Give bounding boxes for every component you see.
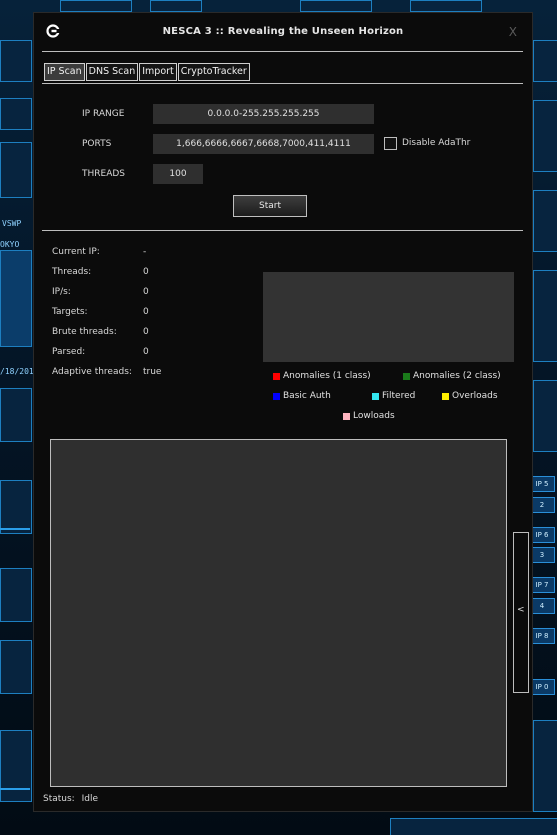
ports-input[interactable]: 1,666,6666,6667,6668,7000,411,4111 <box>153 134 374 154</box>
wallpaper-panel <box>300 0 372 12</box>
legend-swatch <box>343 412 350 420</box>
status-value: Idle <box>81 794 98 804</box>
title-bar[interactable]: NESCA 3 :: Revealing the Unseen Horizon … <box>34 13 532 49</box>
ip-range-input[interactable]: 0.0.0.0-255.255.255.255 <box>153 104 374 124</box>
wallpaper-label: /18/201 <box>0 367 34 376</box>
ip-range-label: IP RANGE <box>82 109 125 119</box>
legend-swatch <box>273 392 280 400</box>
legend-label: Filtered <box>382 391 416 401</box>
legend-swatch <box>442 392 449 400</box>
wallpaper-panel <box>0 388 32 442</box>
world-map-panel <box>0 250 32 347</box>
legend-label: Basic Auth <box>283 391 331 401</box>
legend-label: Lowloads <box>353 411 395 421</box>
nesca-window: NESCA 3 :: Revealing the Unseen Horizon … <box>33 12 533 812</box>
legend-anomalies-1: Anomalies (1 class) <box>273 371 371 381</box>
wallpaper-label: OKYO <box>0 240 20 249</box>
wallpaper-panel <box>410 0 482 12</box>
wallpaper-panel <box>0 568 32 622</box>
status-bar: Status: Idle <box>43 794 98 804</box>
legend-basic-auth: Basic Auth <box>273 391 331 401</box>
divider <box>42 230 523 231</box>
wallpaper-panel <box>0 640 32 694</box>
status-label: Status: <box>43 794 75 804</box>
stat-brute-threads-label: Brute threads: <box>52 327 117 337</box>
wallpaper-panel <box>0 730 32 802</box>
tab-import[interactable]: Import <box>139 63 177 81</box>
wallpaper-panel <box>533 190 557 252</box>
legend-lowloads: Lowloads <box>343 411 395 421</box>
wallpaper-panel <box>533 40 557 82</box>
legend-swatch <box>403 372 410 380</box>
stat-targets-value: 0 <box>143 307 149 317</box>
legend-label: Anomalies (2 class) <box>413 371 501 381</box>
legend-label: Anomalies (1 class) <box>283 371 371 381</box>
threads-label: THREADS <box>82 169 126 179</box>
wallpaper-panel <box>533 380 557 452</box>
wallpaper-panel <box>0 142 32 198</box>
stat-adaptive-threads-value: true <box>143 367 162 377</box>
tab-cryptotracker[interactable]: CryptoTracker <box>177 63 250 81</box>
threads-input[interactable]: 100 <box>153 164 203 184</box>
side-panel-toggle[interactable]: < <box>513 532 529 693</box>
legend-label: Overloads <box>452 391 498 401</box>
stat-adaptive-threads-label: Adaptive threads: <box>52 367 132 377</box>
wallpaper-panel <box>0 98 32 130</box>
wallpaper-panel <box>533 720 557 812</box>
wallpaper-panel <box>390 818 557 835</box>
legend-swatch <box>273 372 280 380</box>
divider <box>42 83 523 84</box>
stat-threads-value: 0 <box>143 267 149 277</box>
tab-bar: IP Scan DNS Scan Import CryptoTracker <box>44 63 250 81</box>
tab-dns-scan[interactable]: DNS Scan <box>85 63 139 81</box>
stat-current-ip-value: - <box>143 247 147 257</box>
start-button[interactable]: Start <box>233 195 307 217</box>
stat-targets-label: Targets: <box>52 307 88 317</box>
wallpaper-panel <box>0 40 32 82</box>
chevron-left-icon: < <box>517 605 525 615</box>
stat-current-ip-label: Current IP: <box>52 247 100 257</box>
wallpaper-wave <box>0 780 30 790</box>
disable-adathr-label: Disable AdaThr <box>402 138 471 148</box>
stat-ips-value: 0 <box>143 287 149 297</box>
stat-brute-threads-value: 0 <box>143 327 149 337</box>
legend-anomalies-2: Anomalies (2 class) <box>403 371 501 381</box>
scan-log-area[interactable] <box>50 439 507 787</box>
stat-threads-label: Threads: <box>52 267 92 277</box>
stat-ips-label: IP/s: <box>52 287 71 297</box>
ports-label: PORTS <box>82 139 112 149</box>
wallpaper-panel <box>150 0 202 12</box>
divider <box>42 51 523 52</box>
close-button[interactable]: X <box>509 25 517 39</box>
wallpaper-label: VSWP <box>2 219 22 228</box>
tab-ip-scan[interactable]: IP Scan <box>44 63 85 81</box>
disable-adathr-checkbox[interactable] <box>384 137 397 150</box>
legend-filtered: Filtered <box>372 391 415 401</box>
stat-parsed-label: Parsed: <box>52 347 86 357</box>
wallpaper-panel <box>533 270 557 362</box>
stat-parsed-value: 0 <box>143 347 149 357</box>
activity-graph <box>263 272 514 362</box>
legend-overloads: Overloads <box>442 391 498 401</box>
window-title: NESCA 3 :: Revealing the Unseen Horizon <box>162 26 404 37</box>
wallpaper-wave <box>0 520 30 530</box>
wallpaper-panel <box>533 100 557 172</box>
legend-swatch <box>372 392 379 400</box>
wallpaper-panel <box>60 0 132 12</box>
